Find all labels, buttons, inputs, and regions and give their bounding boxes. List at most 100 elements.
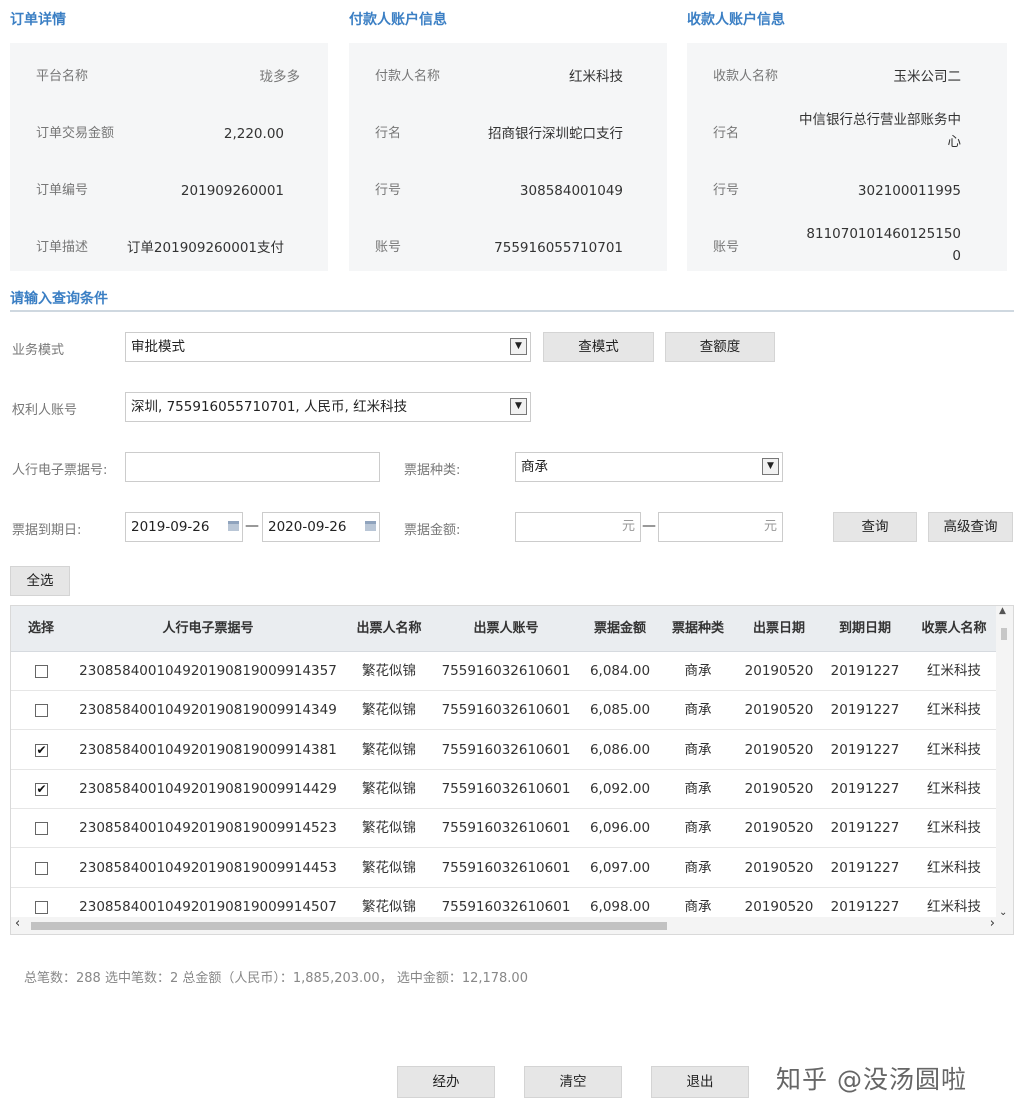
cell-drawer: 繁花似锦 — [362, 741, 416, 758]
query-section-title: 请输入查询条件 — [10, 291, 108, 307]
row-checkbox[interactable] — [35, 665, 48, 678]
business-mode-select[interactable]: 审批模式 ▼ — [125, 332, 531, 362]
payer-account-label: 账号 — [375, 240, 402, 255]
payee-bank-no-row: 行号 302100011995 — [687, 167, 1007, 207]
cell-bill-type: 商承 — [684, 702, 712, 719]
order-number-row: 订单编号 201909260001 — [10, 167, 328, 207]
due-date-to-input[interactable]: 2020-09-26 — [262, 512, 380, 542]
table-row[interactable]: 230858400104920190819009914453 繁花似锦 755916… — [11, 848, 997, 888]
advanced-query-button[interactable]: 高级查询 — [928, 512, 1013, 542]
payee-account-value: 8110701014601251500 — [806, 226, 961, 264]
bill-type-select[interactable]: 商承 ▼ — [515, 452, 783, 482]
account-label: 权利人账号 — [12, 403, 78, 418]
table-row[interactable]: 230858400104920190819009914357 繁花似锦 755916… — [11, 652, 997, 691]
table-row[interactable]: 230858400104920190819009914349 繁花似锦 755916… — [11, 691, 997, 731]
table-row[interactable]: ✔ 230858400104920190819009914429 繁花似锦 75591… — [11, 769, 997, 809]
row-checkbox[interactable] — [35, 900, 48, 914]
vertical-scrollbar[interactable]: ▲ ⌄ — [996, 606, 1013, 918]
bill-table: 选择 人行电子票据号 出票人名称 出票人账号 票据金额 票据种类 出票日期 到期… — [10, 605, 1014, 935]
cell-drawer: 繁花似锦 — [362, 859, 416, 876]
chevron-down-icon[interactable]: ▼ — [510, 338, 527, 355]
ebill-number-input[interactable] — [125, 452, 380, 482]
cell-amount: 6,096.00 — [589, 820, 651, 837]
payee-name-label: 收款人名称 — [713, 69, 779, 84]
process-button[interactable]: 经办 — [397, 1066, 495, 1098]
payee-section-title: 收款人账户信息 — [687, 12, 785, 28]
cell-payee: 红米科技 — [927, 741, 981, 758]
cell-due-date: 20191227 — [830, 780, 900, 797]
amount-range-dash: — — [642, 518, 656, 534]
cell-drawer-account: 755916032610601 — [441, 741, 571, 758]
order-desc-label: 订单描述 — [36, 240, 89, 255]
cell-drawer: 繁花似锦 — [362, 780, 416, 797]
cell-drawer: 繁花似锦 — [362, 663, 416, 679]
row-checkbox[interactable]: ✔ — [35, 743, 48, 757]
row-checkbox[interactable] — [35, 704, 48, 718]
cell-drawer-account: 755916032610601 — [441, 859, 571, 876]
cell-payee: 红米科技 — [927, 780, 981, 797]
cell-payee: 红米科技 — [927, 820, 981, 837]
amount-max-input[interactable]: 元 — [658, 512, 783, 542]
payer-bank-label: 行名 — [375, 126, 402, 141]
chevron-down-icon[interactable]: ▼ — [762, 458, 779, 475]
horizontal-scroll-thumb[interactable] — [31, 922, 667, 930]
order-number-value: 201909260001 — [180, 183, 284, 199]
payer-bank-no-label: 行号 — [375, 183, 402, 198]
payer-bank-no-value: 308584001049 — [519, 183, 623, 199]
scroll-up-icon[interactable]: ▲ — [999, 606, 1006, 616]
clear-button[interactable]: 清空 — [524, 1066, 622, 1098]
order-amount-label: 订单交易金额 — [36, 126, 115, 141]
horizontal-scrollbar[interactable]: ‹ › — [11, 916, 1013, 934]
account-select[interactable]: 深圳, 755916055710701, 人民币, 红米科技 ▼ — [125, 392, 531, 422]
exit-button[interactable]: 退出 — [651, 1066, 749, 1098]
cell-payee: 红米科技 — [927, 663, 981, 679]
vertical-scroll-thumb[interactable] — [1001, 628, 1007, 640]
row-checkbox[interactable] — [35, 822, 48, 836]
cell-bill-no: 230858400104920190819009914523 — [79, 820, 337, 837]
cell-amount: 6,085.00 — [589, 702, 651, 719]
cell-amount: 6,084.00 — [589, 663, 651, 679]
row-checkbox[interactable] — [35, 861, 48, 875]
cell-bill-no: 230858400104920190819009914429 — [79, 780, 337, 797]
table-header: 选择 人行电子票据号 出票人名称 出票人账号 票据金额 票据种类 出票日期 到期… — [11, 606, 997, 652]
query-divider — [10, 310, 1014, 312]
header-select: 选择 — [27, 621, 54, 636]
order-detail-panel: 平台名称 珑多多 订单交易金额 2,220.00 订单编号 2019092600… — [10, 43, 328, 271]
scroll-left-icon[interactable]: ‹ — [15, 916, 20, 931]
cell-due-date: 20191227 — [830, 859, 900, 876]
cell-issue-date: 20190520 — [744, 780, 814, 797]
payer-account-row: 账号 755916055710701 — [349, 224, 667, 264]
due-date-label: 票据到期日: — [12, 523, 82, 538]
payer-account-value: 755916055710701 — [494, 240, 623, 256]
payer-bank-row: 行名 招商银行深圳蛇口支行 — [349, 110, 667, 150]
order-platform-label: 平台名称 — [36, 69, 89, 84]
check-mode-button[interactable]: 查模式 — [543, 332, 654, 362]
select-all-button[interactable]: 全选 — [10, 566, 70, 596]
payer-info-panel: 付款人名称 红米科技 行名 招商银行深圳蛇口支行 行号 308584001049… — [349, 43, 667, 271]
chevron-down-icon[interactable]: ▼ — [510, 398, 527, 415]
calendar-icon[interactable] — [365, 521, 376, 531]
payee-bank-label: 行名 — [713, 126, 740, 141]
table-row[interactable]: ✔ 230858400104920190819009914381 繁花似锦 75591… — [11, 730, 997, 770]
cell-due-date: 20191227 — [830, 741, 900, 758]
cell-payee: 红米科技 — [927, 859, 981, 876]
order-amount-value: 2,220.00 — [223, 126, 284, 142]
payer-name-label: 付款人名称 — [375, 69, 441, 84]
calendar-icon[interactable] — [228, 521, 239, 531]
payer-name-value: 红米科技 — [569, 69, 623, 85]
cell-drawer: 繁花似锦 — [362, 820, 416, 837]
check-quota-button[interactable]: 查额度 — [665, 332, 775, 362]
cell-drawer-account: 755916032610601 — [441, 702, 571, 719]
row-checkbox[interactable]: ✔ — [35, 782, 48, 796]
query-button[interactable]: 查询 — [833, 512, 917, 542]
cell-issue-date: 20190520 — [744, 702, 814, 719]
order-amount-row: 订单交易金额 2,220.00 — [10, 110, 328, 150]
table-row[interactable]: 230858400104920190819009914523 繁花似锦 755916… — [11, 809, 997, 849]
scroll-right-icon[interactable]: › — [990, 916, 995, 931]
order-platform-value: 珑多多 — [259, 69, 301, 85]
header-due-date: 到期日期 — [838, 621, 891, 636]
amount-min-input[interactable]: 元 — [515, 512, 641, 542]
due-date-from-input[interactable]: 2019-09-26 — [125, 512, 243, 542]
amount-max-unit: 元 — [763, 519, 777, 534]
payee-info-panel: 收款人名称 玉米公司二 行名 中信银行总行营业部账务中心 行号 30210001… — [687, 43, 1007, 271]
